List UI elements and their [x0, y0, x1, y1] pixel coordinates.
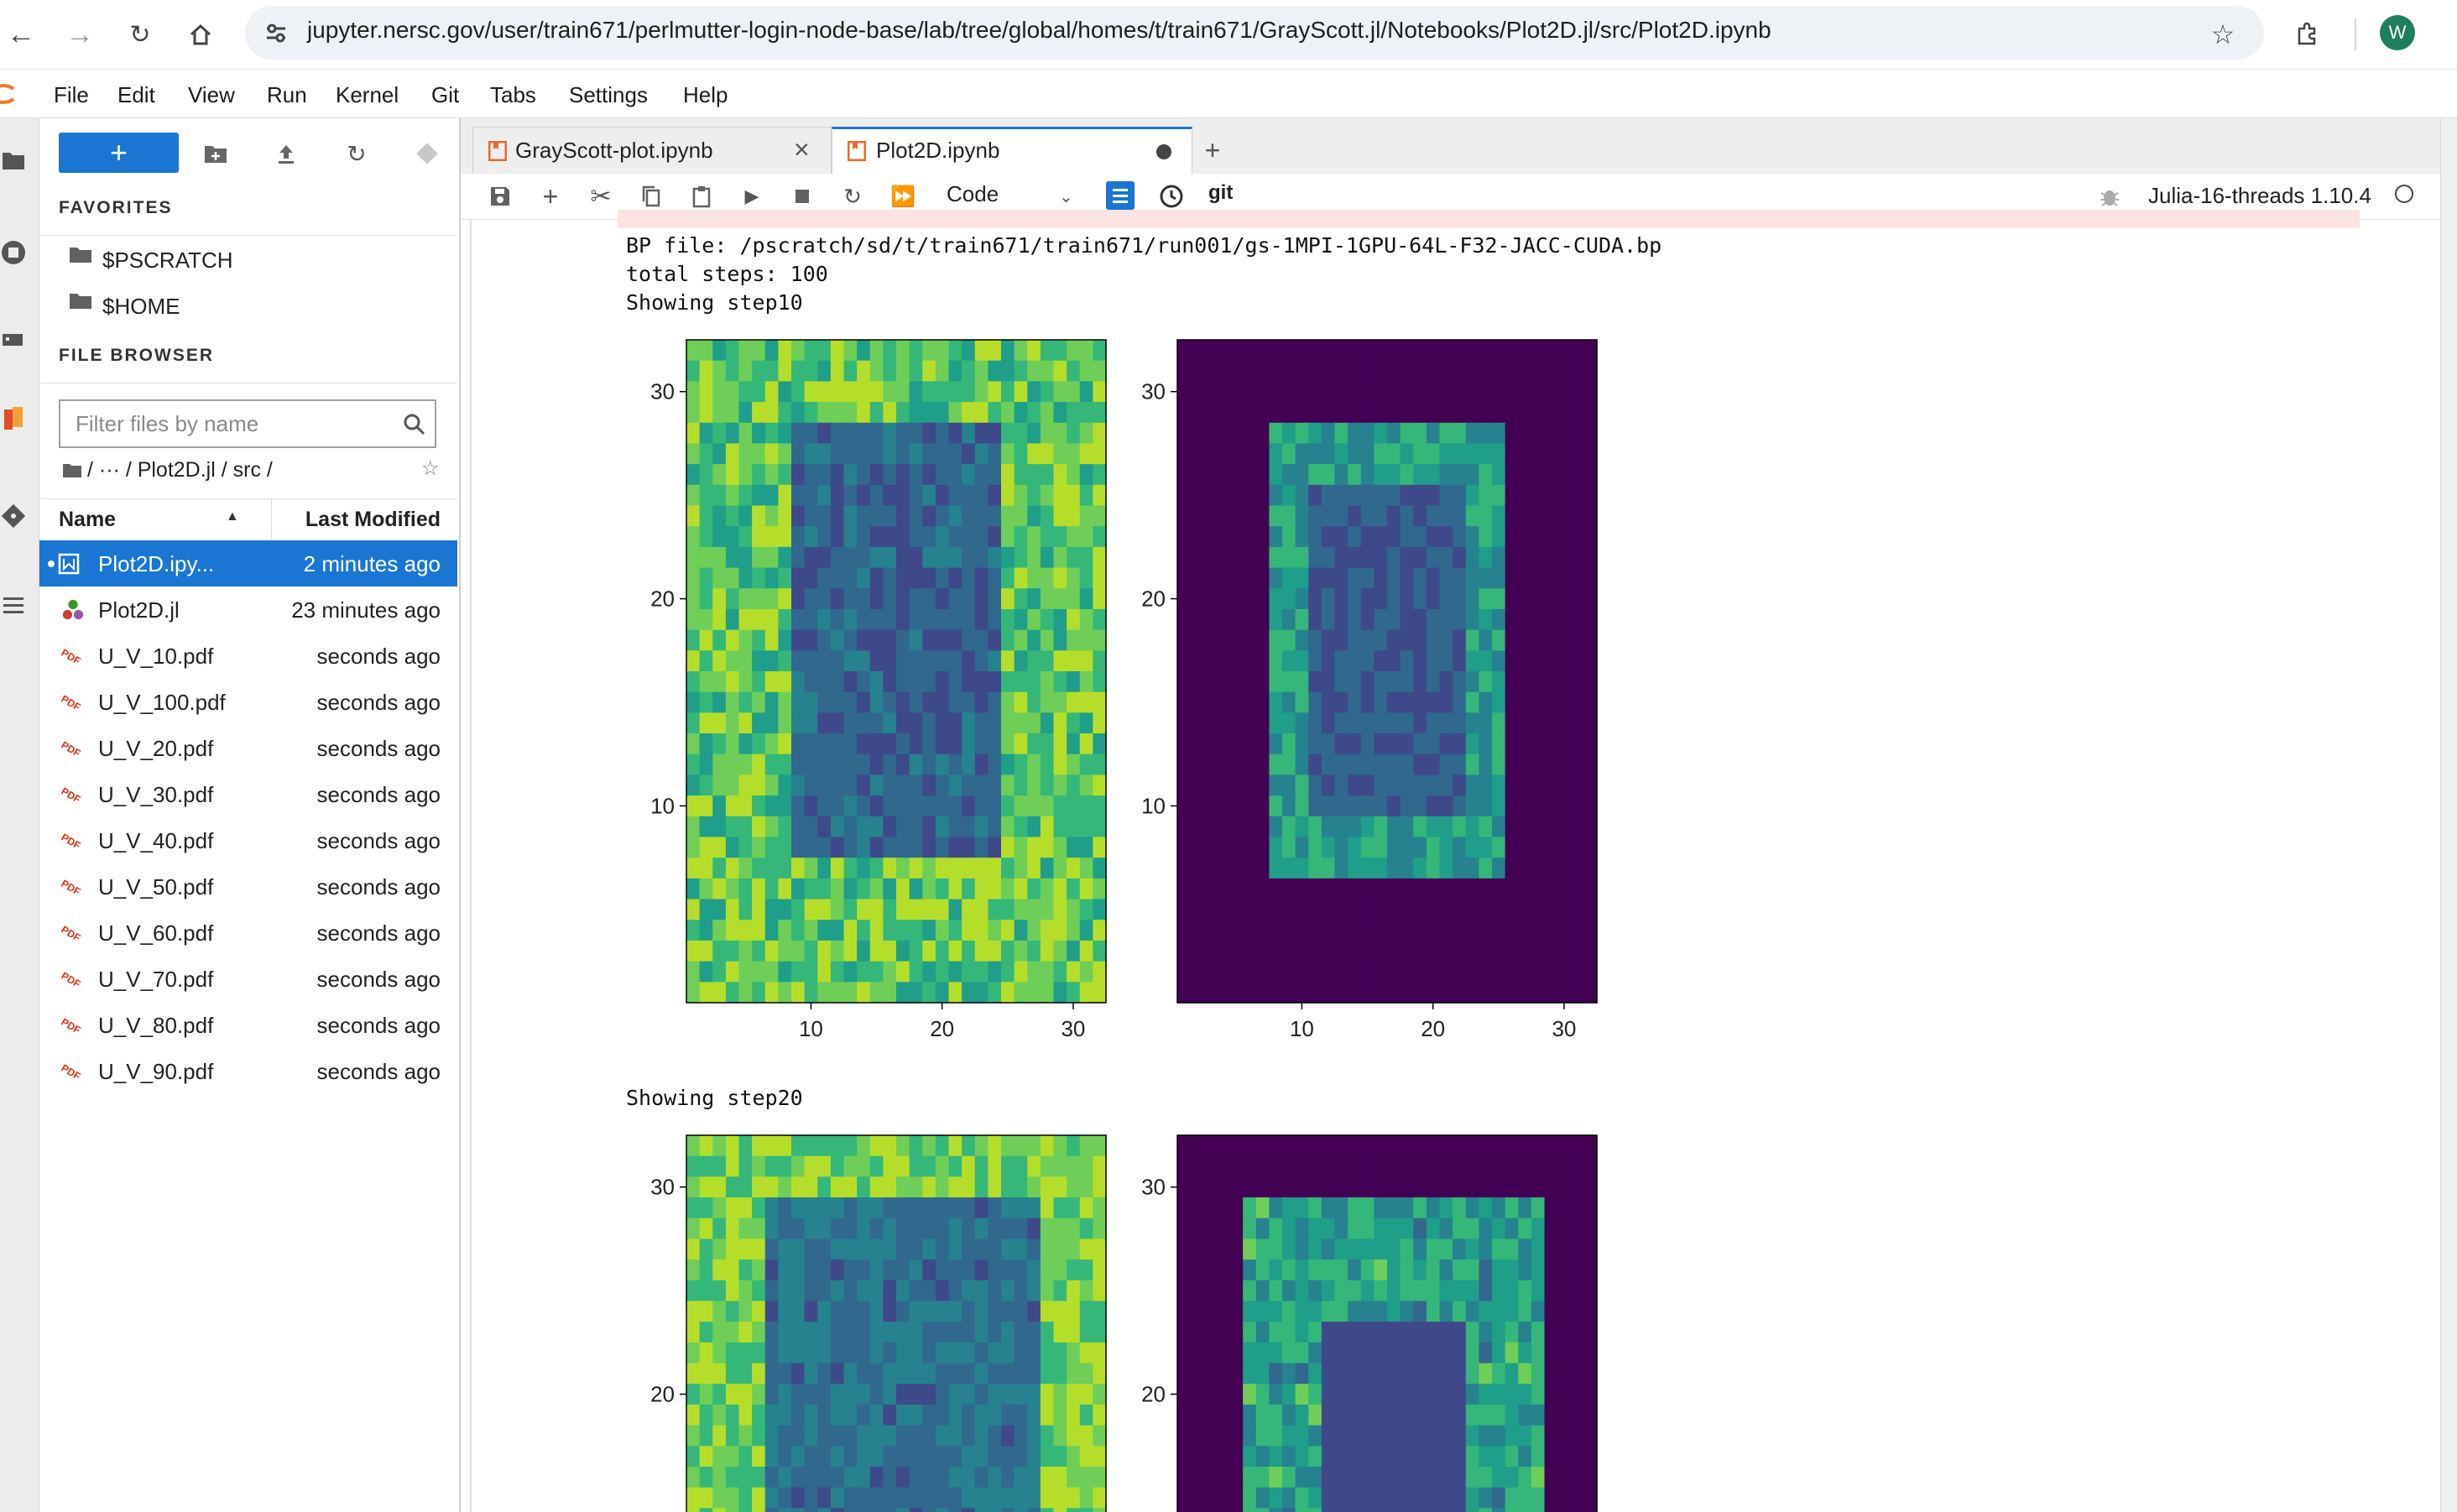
- y-tick-label: 10: [1141, 793, 1166, 818]
- heatmap-step20-v: 2030: [1141, 1134, 1598, 1512]
- x-tick-label: 20: [1421, 1016, 1445, 1041]
- heatmap-plots: 10203010 20 3010203010 20 3020302030: [650, 339, 1598, 1512]
- y-tick-label: 30: [650, 379, 675, 404]
- x-tick-label: 20: [930, 1016, 954, 1041]
- y-tick-label: 30: [650, 1175, 675, 1200]
- y-tick-label: 10: [650, 793, 675, 818]
- x-tick-label: 30: [1552, 1016, 1576, 1041]
- x-tick-label: 10: [1290, 1016, 1314, 1041]
- y-tick-label: 20: [1141, 587, 1166, 612]
- heatmap-step10-u: 10 20 30 10 20 30: [650, 339, 1107, 1041]
- y-tick-label: 30: [1141, 379, 1166, 404]
- y-tick-label: 20: [650, 587, 675, 612]
- y-tick-label: 20: [1141, 1382, 1166, 1407]
- x-tick-label: 30: [1061, 1016, 1085, 1041]
- heatmap-step20-u: 2030: [650, 1134, 1107, 1512]
- right-sidebar-rail: [2440, 118, 2457, 1512]
- y-tick-label: 20: [650, 1382, 675, 1407]
- x-tick-label: 10: [799, 1016, 823, 1041]
- y-tick-label: 30: [1141, 1175, 1166, 1200]
- heatmap-step10-v: 10 20 30 10 20 30: [1141, 339, 1598, 1041]
